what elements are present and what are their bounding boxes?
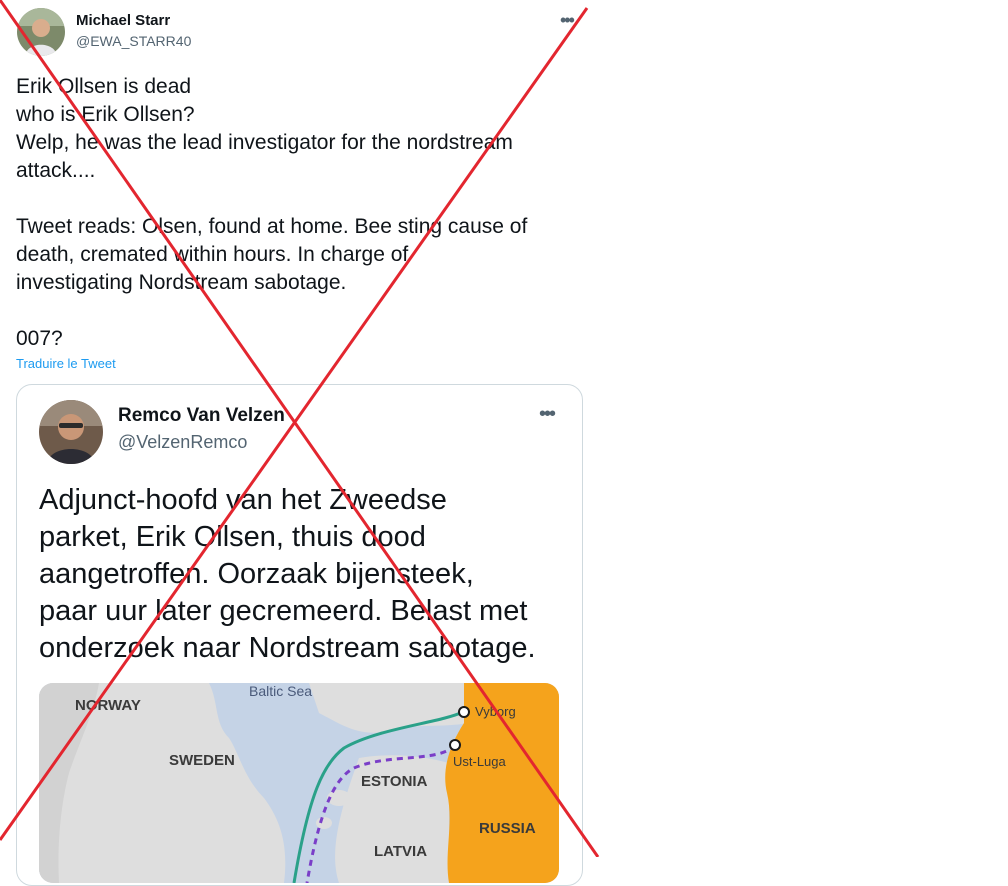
tweet-text-line: 007? (16, 327, 63, 350)
vyborg-marker (458, 706, 470, 718)
tweet-text-line: investigating Nordstream sabotage. (16, 271, 347, 294)
quoted-tweet-card[interactable]: Remco Van Velzen @VelzenRemco ••• Adjunc… (16, 384, 583, 886)
map-country-label: SWEDEN (169, 752, 235, 769)
quoted-text-line: paar uur later gecremeerd. Belast met (39, 595, 528, 627)
tweet-text-line: death, cremated within hours. In charge … (16, 243, 409, 266)
translate-tweet-link[interactable]: Traduire le Tweet (16, 356, 116, 371)
map-country-label: NORWAY (75, 697, 141, 714)
quoted-text-line: parket, Erik Ollsen, thuis dood (39, 521, 426, 553)
author-handle[interactable]: @EWA_STARR40 (76, 33, 191, 49)
quoted-text-line: onderzoek naar Nordstream sabotage. (39, 632, 536, 664)
quoted-author-handle[interactable]: @VelzenRemco (118, 432, 247, 453)
tweet-text-line: Tweet reads: Olsen, found at home. Bee s… (16, 215, 528, 238)
tweet-text-line: Erik Ollsen is dead (16, 75, 192, 98)
map-country-label: ESTONIA (361, 773, 428, 790)
more-horizontal-icon[interactable]: ••• (539, 403, 556, 426)
more-horizontal-icon[interactable]: ••• (560, 10, 575, 31)
author-name[interactable]: Michael Starr (76, 12, 170, 29)
map-city-label: Vyborg (475, 704, 516, 719)
quoted-text-line: Adjunct-hoofd van het Zweedse (39, 484, 447, 516)
quoted-text-line: aangetroffen. Oorzaak bijensteek, (39, 558, 474, 590)
baltic-map-image[interactable]: Baltic Sea NORWAY SWEDEN ESTONIA RUSSIA … (39, 683, 559, 883)
tweet-text-line: who is Erik Ollsen? (16, 103, 195, 126)
quoted-author-name[interactable]: Remco Van Velzen (118, 405, 285, 427)
author-avatar[interactable] (17, 8, 65, 56)
map-country-label: RUSSIA (479, 820, 536, 837)
map-sea-label: Baltic Sea (249, 683, 313, 699)
map-country-label: LATVIA (374, 843, 428, 860)
quoted-author-avatar[interactable] (39, 400, 103, 464)
map-city-label: Ust-Luga (453, 754, 506, 769)
ust-luga-marker (449, 739, 461, 751)
tweet-text-line: attack.... (16, 159, 96, 182)
tweet-text-line: Welp, he was the lead investigator for t… (16, 131, 513, 154)
tweet: Michael Starr @EWA_STARR40 ••• Erik Olls… (0, 0, 600, 886)
